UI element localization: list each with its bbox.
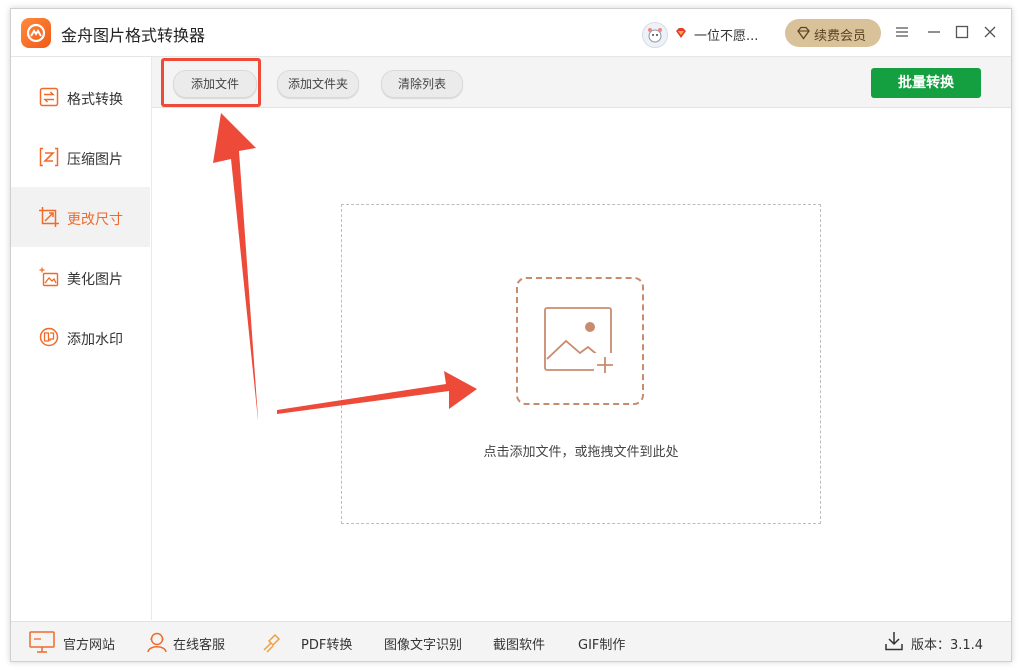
file-list-area: 点击添加文件，或拖拽文件到此处 xyxy=(152,108,1011,620)
sidebar-item-label: 压缩图片 xyxy=(67,152,123,168)
official-website-link[interactable]: 官方网站 xyxy=(29,622,129,661)
sidebar-item-format-convert[interactable]: 格式转换 xyxy=(11,67,150,127)
diamond-icon xyxy=(797,26,810,40)
gif-maker-label: GIF制作 xyxy=(578,638,626,653)
footer-bar: 官方网站 在线客服 PDF转换 图像文字识别 截图软件 GIF制作 版本：3.1… xyxy=(11,621,1011,661)
pdf-convert-link[interactable]: PDF转换 xyxy=(261,622,361,661)
screenshot-software-link[interactable]: 截图软件 xyxy=(493,622,563,661)
highlight-box xyxy=(161,58,261,107)
sidebar-item-label: 更改尺寸 xyxy=(67,212,123,228)
app-logo-icon xyxy=(21,18,51,48)
maximize-icon[interactable] xyxy=(951,21,973,43)
gif-maker-link[interactable]: GIF制作 xyxy=(578,622,638,661)
pdf-convert-label: PDF转换 xyxy=(301,638,353,653)
drop-zone-hint: 点击添加文件，或拖拽文件到此处 xyxy=(483,445,679,460)
tool-icon xyxy=(263,633,281,653)
official-website-label: 官方网站 xyxy=(63,638,116,653)
app-window: 金舟图片格式转换器 一位不愿... 续费会员 格式转换 压缩图片 更改尺寸 美化… xyxy=(10,8,1012,662)
add-image-button[interactable] xyxy=(516,277,644,405)
toolbar: 添加文件 添加文件夹 清除列表 批量转换 xyxy=(152,57,1011,108)
minimize-icon[interactable] xyxy=(923,21,945,43)
sidebar-item-label: 添加水印 xyxy=(67,332,123,348)
close-icon[interactable] xyxy=(979,21,1001,43)
menu-icon[interactable] xyxy=(891,21,913,43)
sidebar-item-compress[interactable]: 压缩图片 xyxy=(11,127,150,187)
add-folder-button[interactable]: 添加文件夹 xyxy=(277,70,359,98)
version-info[interactable]: 版本：3.1.4 xyxy=(885,622,995,661)
sidebar-item-watermark[interactable]: 添加水印 xyxy=(11,307,150,367)
resize-icon xyxy=(39,207,59,227)
ocr-link[interactable]: 图像文字识别 xyxy=(384,622,474,661)
app-title: 金舟图片格式转换器 xyxy=(61,26,206,45)
user-avatar[interactable] xyxy=(642,22,668,48)
beautify-icon xyxy=(39,267,59,287)
vip-diamond-icon xyxy=(676,28,686,38)
user-name[interactable]: 一位不愿... xyxy=(694,25,758,44)
compress-icon xyxy=(39,147,59,167)
online-support-link[interactable]: 在线客服 xyxy=(147,622,247,661)
clear-list-button[interactable]: 清除列表 xyxy=(381,70,463,98)
screenshot-software-label: 截图软件 xyxy=(493,638,546,653)
version-label: 版本：3.1.4 xyxy=(911,638,984,653)
sidebar-item-label: 美化图片 xyxy=(67,272,123,288)
customer-service-icon xyxy=(147,632,167,653)
format-convert-icon xyxy=(39,87,59,107)
download-icon xyxy=(885,632,903,651)
title-bar: 金舟图片格式转换器 一位不愿... 续费会员 xyxy=(11,9,1011,57)
ocr-label: 图像文字识别 xyxy=(384,638,463,653)
batch-convert-button[interactable]: 批量转换 xyxy=(871,68,981,98)
renew-membership-label: 续费会员 xyxy=(814,29,867,44)
sidebar: 格式转换 压缩图片 更改尺寸 美化图片 添加水印 xyxy=(11,57,152,620)
drop-zone[interactable]: 点击添加文件，或拖拽文件到此处 xyxy=(341,204,821,524)
sidebar-item-label: 格式转换 xyxy=(67,92,123,108)
image-add-icon xyxy=(544,307,616,375)
monitor-icon xyxy=(29,631,55,653)
watermark-icon xyxy=(39,327,59,347)
sidebar-item-beautify[interactable]: 美化图片 xyxy=(11,247,150,307)
online-support-label: 在线客服 xyxy=(173,638,226,653)
renew-membership-button[interactable]: 续费会员 xyxy=(785,19,881,47)
sidebar-item-resize[interactable]: 更改尺寸 xyxy=(11,187,150,247)
